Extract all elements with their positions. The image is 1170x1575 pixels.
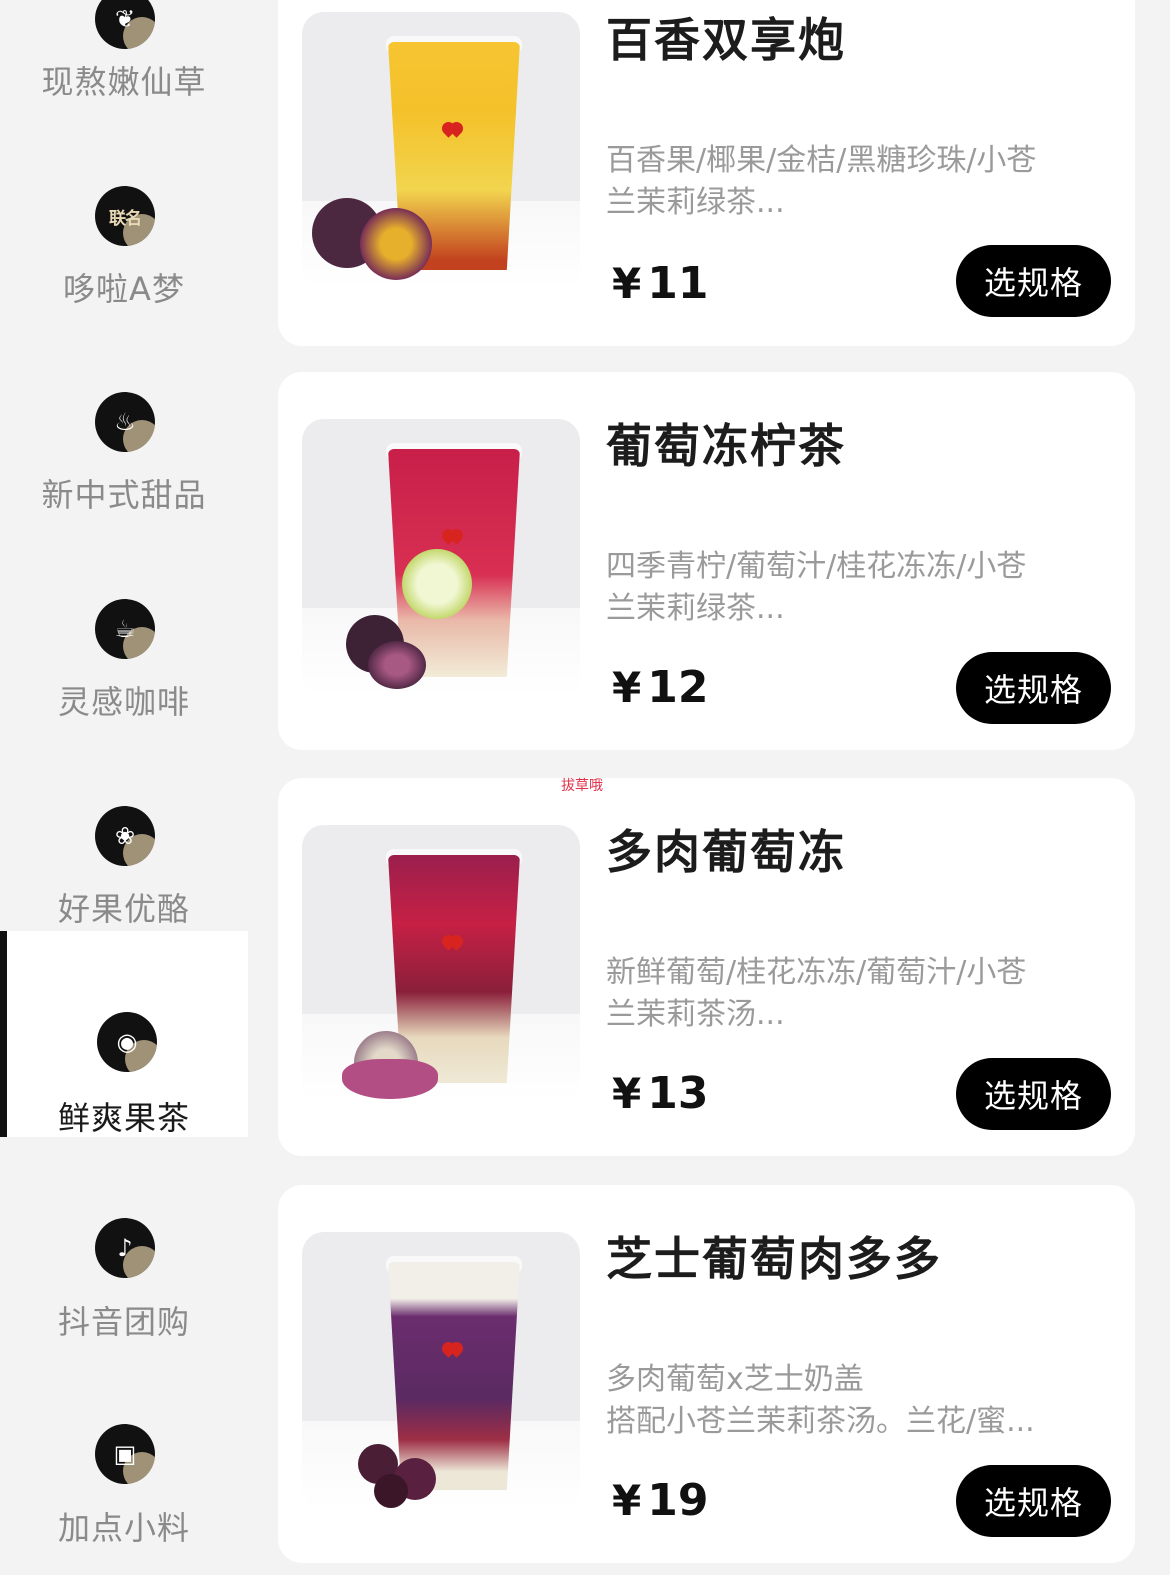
category-sidebar: ❦ 现熬嫩仙草 联名 哆啦A梦 ♨ 新中式甜品 ☕ 灵感咖啡 ❀ 好果优酪 ◉ … xyxy=(0,0,248,1575)
yogurt-icon: ❀ xyxy=(95,806,155,866)
product-price: ¥13 xyxy=(612,1068,709,1119)
sidebar-item-yogurt[interactable]: ❀ 好果优酪 xyxy=(0,724,248,930)
product-description: 新鲜葡萄/桂花冻冻/葡萄汁/小苍 兰茉莉茶汤... xyxy=(606,955,1027,1032)
product-description: 四季青柠/葡萄汁/桂花冻冻/小苍 兰茉莉绿茶... xyxy=(606,549,1027,626)
watermark: 拔草哦 xyxy=(561,778,603,794)
select-spec-button[interactable]: 选规格 xyxy=(956,1058,1111,1130)
sidebar-item-label: 现熬嫩仙草 xyxy=(41,63,207,101)
collab-badge-text: 联名 xyxy=(109,208,142,229)
dessert-icon: ♨ xyxy=(95,392,155,452)
product-name: 芝士葡萄肉多多 xyxy=(606,1232,942,1286)
sidebar-item-label: 新中式甜品 xyxy=(41,476,207,514)
sidebar-item-toppings[interactable]: ▣ 加点小料 xyxy=(0,1343,248,1549)
product-name: 葡萄冻柠茶 xyxy=(606,419,846,473)
product-price: ¥12 xyxy=(612,662,709,713)
sidebar-item-xiancao[interactable]: ❦ 现熬嫩仙草 xyxy=(0,0,248,103)
product-card[interactable]: 百香双享炮 百香果/椰果/金桔/黑糖珍珠/小苍 兰茉莉绿茶... ¥11 选规格 xyxy=(278,0,1135,346)
product-card[interactable]: 多肉葡萄冻 新鲜葡萄/桂花冻冻/葡萄汁/小苍 兰茉莉茶汤... ¥13 选规格 xyxy=(278,778,1135,1156)
fruit-tea-icon: ◉ xyxy=(97,1012,157,1072)
collab-badge-icon: 联名 xyxy=(95,186,155,246)
coffee-bean-icon: ☕ xyxy=(95,599,155,659)
product-image xyxy=(302,825,580,1103)
sidebar-item-label: 抖音团购 xyxy=(57,1303,190,1341)
sidebar-item-label: 哆啦A梦 xyxy=(63,270,185,308)
product-price: ¥19 xyxy=(612,1475,709,1526)
sidebar-item-label: 灵感咖啡 xyxy=(57,683,190,721)
product-price: ¥11 xyxy=(612,258,709,309)
sidebar-item-doraemon[interactable]: 联名 哆啦A梦 xyxy=(0,104,248,310)
select-spec-button[interactable]: 选规格 xyxy=(956,245,1111,317)
sidebar-item-label: 好果优酪 xyxy=(57,890,190,928)
product-card[interactable]: 葡萄冻柠茶 四季青柠/葡萄汁/桂花冻冻/小苍 兰茉莉绿茶... ¥12 选规格 xyxy=(278,372,1135,750)
select-spec-button[interactable]: 选规格 xyxy=(956,1465,1111,1537)
sidebar-item-douyin[interactable]: ♪ 抖音团购 xyxy=(0,1137,248,1343)
product-image xyxy=(302,419,580,697)
leaf-icon: ❦ xyxy=(95,0,155,49)
sidebar-item-label: 鲜爽果茶 xyxy=(57,1099,190,1137)
product-description: 百香果/椰果/金桔/黑糖珍珠/小苍 兰茉莉绿茶... xyxy=(606,143,1037,220)
product-image xyxy=(302,1232,580,1510)
sidebar-item-coffee[interactable]: ☕ 灵感咖啡 xyxy=(0,517,248,723)
toppings-icon: ▣ xyxy=(95,1424,155,1484)
product-description: 多肉葡萄x芝士奶盖 搭配小苍兰茉莉茶汤。兰花/蜜... xyxy=(606,1362,1035,1439)
tiktok-icon: ♪ xyxy=(95,1218,155,1278)
product-name: 百香双享炮 xyxy=(606,13,846,67)
product-image xyxy=(302,12,580,290)
product-card[interactable]: 芝士葡萄肉多多 多肉葡萄x芝士奶盖 搭配小苍兰茉莉茶汤。兰花/蜜... ¥19 选… xyxy=(278,1185,1135,1563)
sidebar-item-label: 加点小料 xyxy=(57,1509,190,1547)
sidebar-item-fruit-tea[interactable]: ◉ 鲜爽果茶 xyxy=(0,931,248,1137)
product-name: 多肉葡萄冻 xyxy=(606,825,846,879)
sidebar-item-dessert[interactable]: ♨ 新中式甜品 xyxy=(0,310,248,516)
select-spec-button[interactable]: 选规格 xyxy=(956,652,1111,724)
